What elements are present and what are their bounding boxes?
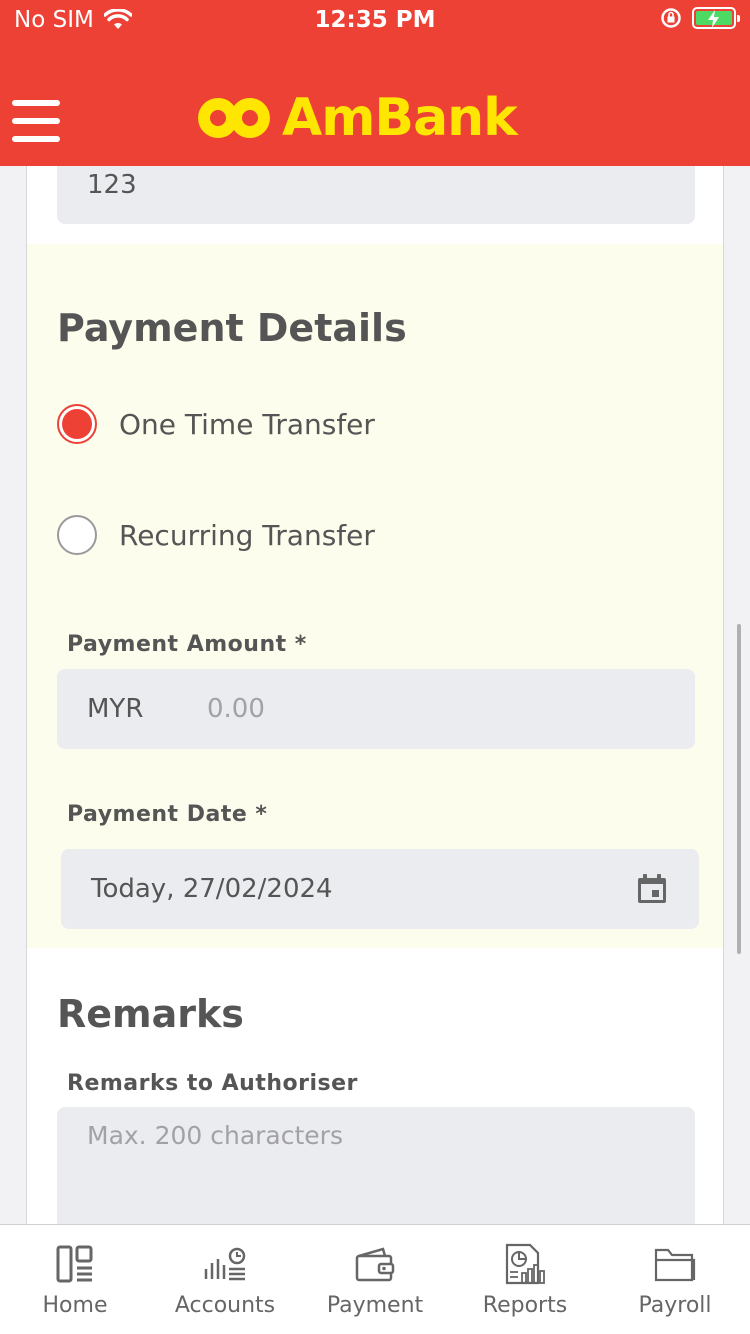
status-bar: No SIM 12:35 PM — [0, 0, 750, 40]
tab-label: Payment — [326, 1293, 424, 1318]
reference-field[interactable]: 123 — [57, 166, 695, 224]
status-time: 12:35 PM — [314, 7, 436, 33]
bottom-tab-bar: Home Accounts Payment Reports Payroll — [0, 1224, 750, 1334]
tab-payroll[interactable]: Payroll — [600, 1225, 750, 1334]
app-header: No SIM 12:35 PM AmBank — [0, 0, 750, 166]
tab-label: Home — [42, 1293, 108, 1318]
status-right — [660, 7, 740, 29]
brand-name: AmBank — [282, 88, 518, 148]
payment-date-label: Payment Date * — [67, 802, 268, 827]
radio-label: Recurring Transfer — [119, 518, 375, 552]
radio-unchecked-icon[interactable] — [57, 515, 97, 555]
brand-logo: AmBank — [196, 88, 518, 148]
tab-accounts[interactable]: Accounts — [150, 1225, 300, 1334]
battery-icon — [692, 7, 740, 29]
payment-date-value: Today, 27/02/2024 — [91, 874, 333, 904]
ambank-logo-mark-icon — [198, 98, 270, 138]
payment-details-title: Payment Details — [57, 306, 407, 350]
tab-label: Reports — [482, 1293, 568, 1318]
calendar-icon[interactable] — [635, 872, 669, 906]
tab-reports[interactable]: Reports — [450, 1225, 600, 1334]
radio-label: One Time Transfer — [119, 407, 375, 441]
home-icon — [56, 1245, 93, 1283]
payment-details-section: Payment Details One Time Transfer Recurr… — [27, 244, 723, 948]
payment-amount-label: Payment Amount * — [67, 632, 307, 657]
amount-input[interactable]: 0.00 — [207, 694, 265, 724]
tab-payment[interactable]: Payment — [300, 1225, 450, 1334]
radio-checked-icon[interactable] — [57, 404, 97, 444]
tab-label: Payroll — [638, 1293, 712, 1318]
payment-amount-field[interactable]: MYR 0.00 — [57, 669, 695, 749]
wallet-icon — [355, 1247, 395, 1282]
accounts-icon — [204, 1247, 246, 1281]
app-screen: No SIM 12:35 PM AmBank 123 Payment Detai… — [0, 0, 750, 1334]
payment-date-field[interactable]: Today, 27/02/2024 — [61, 849, 699, 929]
folder-icon — [654, 1248, 696, 1282]
tab-label: Accounts — [174, 1293, 276, 1318]
scrollbar[interactable] — [737, 624, 741, 954]
radio-recurring-transfer[interactable]: Recurring Transfer — [57, 515, 375, 555]
remarks-textarea[interactable]: Max. 200 characters — [57, 1107, 695, 1224]
charging-bolt-icon — [708, 10, 719, 28]
orientation-lock-icon — [661, 8, 681, 28]
remarks-label: Remarks to Authoriser — [67, 1071, 358, 1096]
reports-icon — [505, 1243, 545, 1285]
remarks-title: Remarks — [57, 992, 244, 1036]
radio-one-time-transfer[interactable]: One Time Transfer — [57, 404, 375, 444]
menu-button[interactable] — [12, 100, 60, 142]
currency-label: MYR — [87, 694, 144, 724]
form-content: 123 Payment Details One Time Transfer Re… — [26, 166, 724, 1224]
tab-home[interactable]: Home — [0, 1225, 150, 1334]
